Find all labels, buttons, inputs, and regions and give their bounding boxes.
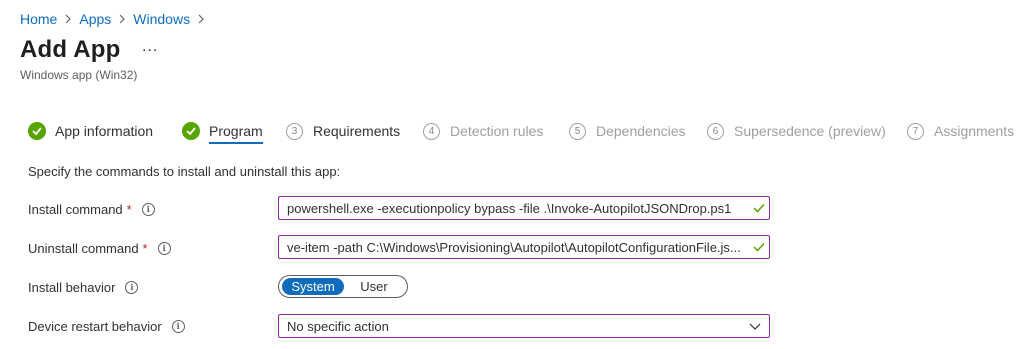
breadcrumb-apps[interactable]: Apps: [79, 11, 111, 27]
install-behavior-user-option[interactable]: User: [344, 278, 404, 295]
info-icon[interactable]: i: [125, 280, 139, 294]
device-restart-dropdown[interactable]: No specific action: [278, 314, 770, 338]
step-assignments[interactable]: 7 Assignments: [907, 120, 1014, 142]
required-marker: *: [126, 201, 132, 217]
install-behavior-system-option[interactable]: System: [282, 278, 344, 295]
checkmark-icon: [749, 242, 769, 252]
device-restart-label: Device restart behavior: [28, 318, 162, 334]
install-behavior-label: Install behavior: [28, 279, 116, 295]
step-number: 4: [423, 122, 440, 140]
info-icon[interactable]: i: [141, 202, 155, 216]
checkmark-icon: [749, 203, 769, 213]
install-behavior-toggle[interactable]: System User: [278, 275, 408, 298]
step-number: 6: [707, 122, 724, 140]
step-dependencies[interactable]: 5 Dependencies: [569, 120, 686, 142]
step-label: Assignments: [934, 123, 1015, 139]
install-behavior-row: Install behavior i: [28, 275, 139, 299]
device-restart-row: Device restart behavior i: [28, 314, 185, 338]
chevron-right-icon: [65, 14, 72, 24]
chevron-right-icon: [198, 14, 204, 24]
page-title: Add App: [20, 36, 121, 63]
breadcrumb: Home Apps Windows: [20, 11, 212, 27]
chevron-right-icon: [119, 14, 126, 24]
install-command-input[interactable]: powershell.exe -executionpolicy bypass -…: [278, 196, 770, 220]
breadcrumb-windows[interactable]: Windows: [133, 11, 190, 27]
device-restart-value: No specific action: [287, 318, 389, 334]
install-command-value: powershell.exe -executionpolicy bypass -…: [287, 200, 732, 216]
step-number: 7: [907, 122, 924, 140]
step-label: Supersedence (preview): [734, 123, 886, 139]
step-label: Program: [209, 123, 263, 144]
step-requirements[interactable]: 3 Requirements: [286, 120, 400, 142]
page-subtitle: Windows app (Win32): [20, 68, 138, 82]
uninstall-command-label: Uninstall command: [28, 240, 139, 256]
breadcrumb-home[interactable]: Home: [20, 11, 57, 27]
checkmark-circle-icon: [28, 122, 46, 140]
step-app-information[interactable]: App information: [28, 120, 153, 142]
required-marker: *: [142, 240, 148, 256]
uninstall-command-row: Uninstall command * i: [28, 236, 171, 260]
checkmark-circle-icon: [182, 122, 200, 140]
step-label: Dependencies: [596, 123, 686, 139]
step-label: App information: [55, 123, 154, 139]
step-program[interactable]: Program: [182, 120, 263, 144]
uninstall-command-input[interactable]: ve-item -path C:\Windows\Provisioning\Au…: [278, 235, 770, 259]
info-icon[interactable]: i: [171, 319, 185, 333]
info-icon[interactable]: i: [157, 241, 171, 255]
step-label: Detection rules: [450, 123, 544, 139]
install-command-label: Install command: [28, 201, 123, 217]
step-number: 5: [569, 122, 586, 140]
uninstall-command-value: ve-item -path C:\Windows\Provisioning\Au…: [287, 239, 741, 255]
install-command-row: Install command * i: [28, 197, 155, 221]
step-supersedence[interactable]: 6 Supersedence (preview): [707, 120, 886, 142]
more-options-button[interactable]: ...: [142, 38, 158, 56]
form-instructions: Specify the commands to install and unin…: [28, 164, 341, 179]
chevron-down-icon: [741, 323, 769, 330]
step-number: 3: [286, 122, 303, 140]
step-detection-rules[interactable]: 4 Detection rules: [423, 120, 543, 142]
step-label: Requirements: [313, 123, 401, 139]
